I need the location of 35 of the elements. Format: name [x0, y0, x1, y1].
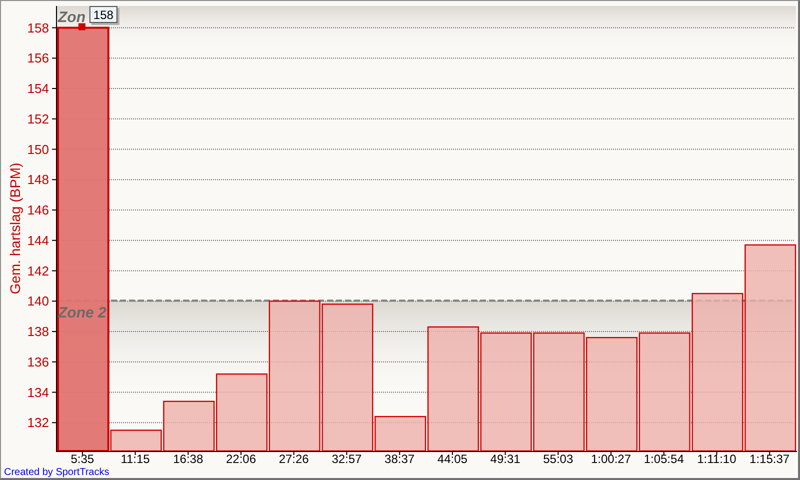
tick-label: 150	[27, 142, 49, 157]
tick-label: 146	[27, 202, 49, 218]
tick-label: 16:38	[173, 452, 204, 466]
tick-label: 138	[27, 324, 49, 340]
tick-label: 11:15	[120, 452, 150, 466]
tick-label: 1:05:54	[644, 452, 684, 466]
tick-label: 154	[27, 81, 49, 96]
credit-text: Created by SportTracks	[4, 467, 110, 478]
tick-label: 55:03	[543, 452, 574, 466]
bar[interactable]	[110, 430, 162, 452]
tick-label: 1:11:10	[697, 452, 736, 466]
tick-label: 134	[27, 384, 49, 400]
tick-label: 152	[27, 111, 49, 126]
tick-label: 49:31	[490, 452, 520, 466]
tick-label: 132	[27, 415, 49, 430]
tick-label: 38:37	[384, 452, 415, 466]
tick-label: 144	[27, 232, 49, 248]
tick-label: 22:06	[226, 452, 256, 466]
tick-label: 32:57	[332, 452, 362, 466]
tick-label: 44:05	[437, 452, 468, 466]
annotation: 158	[93, 8, 114, 22]
tick-label: 136	[27, 354, 49, 370]
tick-label: 27:26	[278, 452, 309, 466]
tick-label: 1:00:27	[590, 452, 632, 466]
tick-label: 1:15:37	[750, 452, 790, 466]
axis-title: Gem. hartslag (BPM)	[7, 162, 23, 294]
tick-label: 158	[27, 20, 49, 36]
tick-label: 142	[27, 263, 49, 278]
tick-label: 148	[27, 172, 49, 188]
tick-label: 5:35	[70, 452, 94, 466]
tick-label: 140	[27, 294, 49, 309]
tick-label: 156	[27, 50, 49, 66]
bar[interactable]	[374, 416, 426, 452]
tooltip: 158	[89, 6, 120, 25]
zone-label: Zon	[58, 9, 86, 26]
